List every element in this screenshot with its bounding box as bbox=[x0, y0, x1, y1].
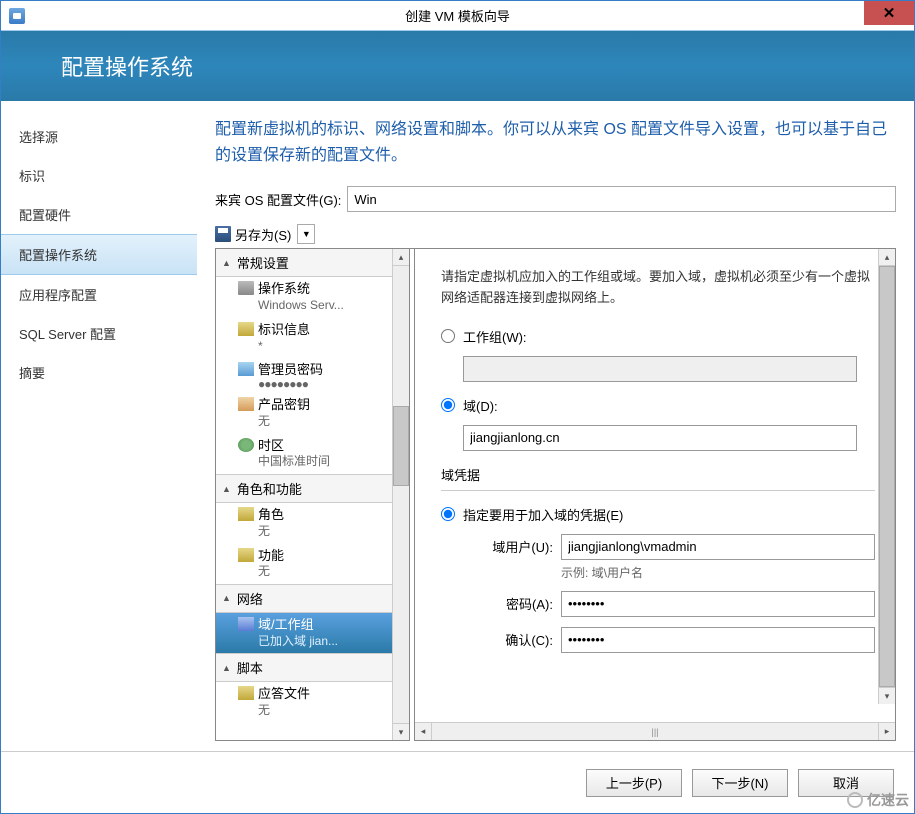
password-label: 密码(A): bbox=[463, 594, 553, 613]
guest-os-profile-field[interactable] bbox=[347, 186, 896, 212]
workgroup-label: 工作组(W): bbox=[463, 327, 527, 346]
confirm-field[interactable] bbox=[561, 627, 875, 653]
nav-summary[interactable]: 摘要 bbox=[1, 353, 197, 392]
domain-user-hint: 示例: 域\用户名 bbox=[561, 564, 875, 581]
tree-item-answer-file[interactable]: 应答文件无 bbox=[216, 682, 392, 722]
details-hscrollbar[interactable]: ◂ ||| ▸ bbox=[415, 722, 895, 740]
watermark-icon bbox=[847, 792, 863, 808]
tag-icon bbox=[238, 548, 254, 562]
scroll-thumb[interactable] bbox=[393, 406, 409, 486]
tree-item-admin-password[interactable]: 管理员密码●●●●●●●● bbox=[216, 358, 392, 393]
tree-item-timezone[interactable]: 时区中国标准时间 bbox=[216, 434, 392, 474]
specify-credentials-radio[interactable] bbox=[441, 507, 455, 521]
scroll-down-icon[interactable]: ▾ bbox=[879, 687, 895, 704]
tree-item-domain-workgroup[interactable]: 域/工作组已加入域 jian... bbox=[216, 613, 392, 653]
header-band: 配置操作系统 bbox=[1, 31, 914, 101]
workgroup-field bbox=[463, 356, 857, 382]
tree-item-roles[interactable]: 角色无 bbox=[216, 503, 392, 543]
nav-app-config[interactable]: 应用程序配置 bbox=[1, 275, 197, 314]
caret-icon: ▲ bbox=[222, 663, 231, 673]
caret-icon: ▲ bbox=[222, 258, 231, 268]
domain-radio[interactable] bbox=[441, 398, 455, 412]
globe-icon bbox=[238, 438, 254, 452]
details-instruction: 请指定虚拟机应加入的工作组或域。要加入域，虚拟机必须至少有一个虚拟网络适配器连接… bbox=[441, 267, 875, 309]
scroll-thumb[interactable] bbox=[879, 266, 895, 687]
nav-identity[interactable]: 标识 bbox=[1, 156, 197, 195]
domain-label: 域(D): bbox=[463, 396, 498, 415]
scroll-up-icon[interactable]: ▴ bbox=[393, 249, 409, 266]
titlebar: 创建 VM 模板向导 ✕ bbox=[1, 1, 914, 31]
password-field[interactable] bbox=[561, 591, 875, 617]
tree-item-features[interactable]: 功能无 bbox=[216, 544, 392, 584]
settings-tree: ▲常规设置 操作系统Windows Serv... 标识信息* 管理员密码●●●… bbox=[215, 249, 410, 741]
confirm-label: 确认(C): bbox=[463, 630, 553, 649]
wizard-footer: 上一步(P) 下一步(N) 取消 bbox=[1, 751, 914, 813]
page-title: 配置操作系统 bbox=[61, 50, 193, 82]
nav-sql-config[interactable]: SQL Server 配置 bbox=[1, 314, 197, 353]
window-title: 创建 VM 模板向导 bbox=[405, 6, 510, 25]
details-vscrollbar[interactable]: ▴ ▾ bbox=[878, 249, 895, 704]
nav-configure-os[interactable]: 配置操作系统 bbox=[1, 234, 197, 275]
scroll-up-icon[interactable]: ▴ bbox=[879, 249, 895, 266]
network-icon bbox=[238, 617, 254, 631]
tree-section-general[interactable]: ▲常规设置 bbox=[216, 249, 392, 277]
credentials-section-label: 域凭据 bbox=[441, 465, 875, 491]
domain-user-label: 域用户(U): bbox=[463, 537, 553, 556]
wizard-nav: 选择源 标识 配置硬件 配置操作系统 应用程序配置 SQL Server 配置 … bbox=[1, 101, 197, 751]
tree-item-identity[interactable]: 标识信息* bbox=[216, 318, 392, 358]
nav-hardware[interactable]: 配置硬件 bbox=[1, 195, 197, 234]
domain-field[interactable] bbox=[463, 425, 857, 451]
tree-item-product-key[interactable]: 产品密钥无 bbox=[216, 393, 392, 433]
close-button[interactable]: ✕ bbox=[864, 1, 914, 25]
caret-icon: ▲ bbox=[222, 593, 231, 603]
guest-os-profile-label: 来宾 OS 配置文件(G): bbox=[215, 190, 341, 209]
main-instruction: 配置新虚拟机的标识、网络设置和脚本。你可以从来宾 OS 配置文件导入设置，也可以… bbox=[215, 117, 896, 168]
app-icon bbox=[9, 8, 25, 24]
file-icon bbox=[238, 686, 254, 700]
domain-user-field[interactable] bbox=[561, 534, 875, 560]
tree-section-roles[interactable]: ▲角色和功能 bbox=[216, 474, 392, 503]
key-icon bbox=[238, 362, 254, 376]
tree-item-os[interactable]: 操作系统Windows Serv... bbox=[216, 277, 392, 317]
scroll-right-icon[interactable]: ▸ bbox=[878, 723, 895, 740]
scroll-down-icon[interactable]: ▾ bbox=[393, 723, 409, 740]
caret-icon: ▲ bbox=[222, 484, 231, 494]
details-pane: 请指定虚拟机应加入的工作组或域。要加入域，虚拟机必须至少有一个虚拟网络适配器连接… bbox=[414, 249, 896, 741]
monitor-icon bbox=[238, 281, 254, 295]
specify-credentials-label: 指定要用于加入域的凭据(E) bbox=[463, 505, 623, 524]
tag-icon bbox=[238, 507, 254, 521]
previous-button[interactable]: 上一步(P) bbox=[586, 769, 682, 797]
product-key-icon bbox=[238, 397, 254, 411]
tag-icon bbox=[238, 322, 254, 336]
next-button[interactable]: 下一步(N) bbox=[692, 769, 788, 797]
tree-section-network[interactable]: ▲网络 bbox=[216, 584, 392, 613]
tree-vscrollbar[interactable]: ▴ ▾ bbox=[392, 249, 409, 740]
save-as-label[interactable]: 另存为(S) bbox=[235, 225, 291, 244]
workgroup-radio[interactable] bbox=[441, 329, 455, 343]
tree-section-scripts[interactable]: ▲脚本 bbox=[216, 653, 392, 682]
watermark: 亿速云 bbox=[847, 790, 909, 810]
scroll-left-icon[interactable]: ◂ bbox=[415, 723, 432, 740]
nav-select-source[interactable]: 选择源 bbox=[1, 117, 197, 156]
save-icon bbox=[215, 226, 231, 242]
save-as-dropdown[interactable]: ▼ bbox=[297, 224, 315, 244]
